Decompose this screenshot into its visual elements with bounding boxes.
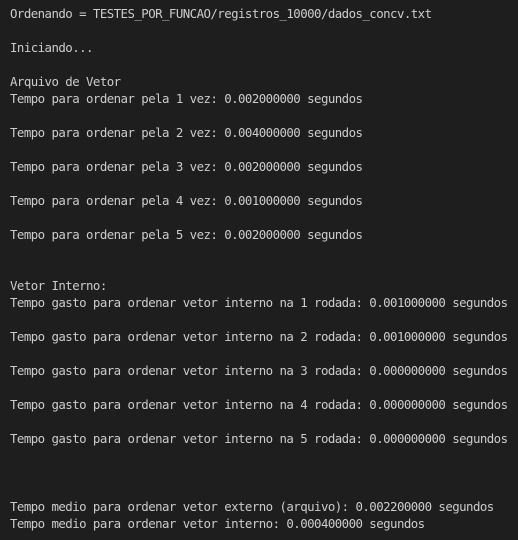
vector-file-title: Arquivo de Vetor [10, 74, 121, 89]
internal-vector-run-4: Tempo gasto para ordenar vetor interno n… [10, 397, 508, 412]
external-average-line: Tempo medio para ordenar vetor externo (… [10, 499, 494, 514]
ordering-file-line: Ordenando = TESTES_POR_FUNCAO/registros_… [10, 6, 432, 21]
vector-file-run-5: Tempo para ordenar pela 5 vez: 0.0020000… [10, 227, 363, 242]
starting-line: Iniciando... [10, 40, 93, 55]
internal-vector-run-2: Tempo gasto para ordenar vetor interno n… [10, 329, 508, 344]
internal-vector-run-3: Tempo gasto para ordenar vetor interno n… [10, 363, 508, 378]
terminal-output[interactable]: Ordenando = TESTES_POR_FUNCAO/registros_… [10, 0, 518, 540]
vector-file-run-3: Tempo para ordenar pela 3 vez: 0.0020000… [10, 159, 363, 174]
internal-vector-run-5: Tempo gasto para ordenar vetor interno n… [10, 431, 508, 446]
internal-vector-title: Vetor Interno: [10, 278, 107, 293]
vector-file-run-4: Tempo para ordenar pela 4 vez: 0.0010000… [10, 193, 363, 208]
internal-vector-run-1: Tempo gasto para ordenar vetor interno n… [10, 295, 508, 310]
internal-average-line: Tempo medio para ordenar vetor interno: … [10, 516, 425, 531]
vector-file-run-2: Tempo para ordenar pela 2 vez: 0.0040000… [10, 125, 363, 140]
vector-file-run-1: Tempo para ordenar pela 1 vez: 0.0020000… [10, 91, 363, 106]
